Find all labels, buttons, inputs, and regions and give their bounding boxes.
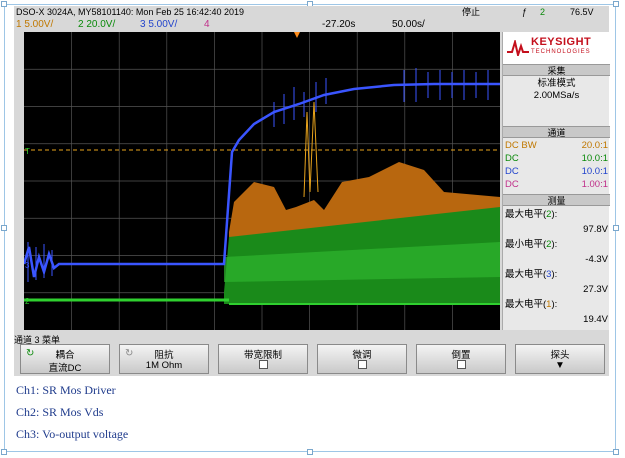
keysight-logo-icon — [507, 40, 529, 56]
fine-adjust-softkey[interactable]: 微调 — [317, 344, 407, 374]
channel-coupling: DC — [505, 179, 519, 190]
trigger-level: 76.5V — [570, 7, 594, 17]
channel-probe: 20.0:1 — [581, 140, 608, 151]
svg-text:2: 2 — [25, 297, 30, 306]
acquisition-mode-label: 标准模式 — [537, 78, 576, 89]
sample-rate: 2.00MSa/s — [505, 90, 608, 101]
softkey-strip: ↻ 耦合 直流DC ↻ 阻抗 1M Ohm 带宽限制 微调 倒置 探头 ▼ — [20, 344, 606, 374]
resize-handle[interactable] — [1, 1, 7, 7]
coupling-softkey[interactable]: ↻ 耦合 直流DC — [20, 344, 110, 374]
time-per-div[interactable]: 50.00s/ — [392, 18, 425, 31]
resize-handle[interactable] — [307, 449, 313, 455]
softkey-value: 1M Ohm — [145, 360, 183, 371]
channels-header: 通道 — [503, 126, 610, 138]
brand-subtitle: TECHNOLOGIES — [531, 49, 591, 55]
ch4-scale[interactable]: 4 — [204, 18, 210, 31]
impedance-softkey[interactable]: ↻ 阻抗 1M Ohm — [119, 344, 209, 374]
waveform-svg: 3 2 T — [24, 32, 500, 330]
caption-ch1: Ch1: SR Mos Driver — [16, 383, 116, 397]
acquisition-header: 采集 — [503, 64, 610, 76]
measurement-close: ): — [551, 239, 558, 250]
channel-coupling: DC — [505, 166, 519, 177]
channel-coupling: DC BW — [505, 140, 537, 151]
measurement-value-text: -4.3V — [585, 254, 608, 265]
trigger-edge-icon: ƒ — [522, 7, 528, 17]
acquisition-mode[interactable]: 标准模式 — [505, 78, 608, 89]
status-bar: DSO-X 3024A, MY58101140: Mon Feb 25 16:4… — [14, 6, 609, 18]
run-state: 停止 — [462, 7, 481, 17]
measurement-value-text: 97.8V — [583, 224, 608, 235]
softkey-title: 微调 — [352, 350, 372, 361]
oscilloscope-screenshot: DSO-X 3024A, MY58101140: Mon Feb 25 16:4… — [14, 6, 610, 376]
measurement-close: ): — [551, 209, 558, 220]
checkbox-icon — [258, 360, 268, 369]
svg-text:3: 3 — [25, 261, 30, 270]
measurement-name: 最小电平( — [505, 239, 547, 250]
ch3-scale[interactable]: 3 5.00V/ — [140, 18, 177, 31]
submenu-arrow-icon: ▼ — [555, 360, 565, 371]
checkbox-icon — [357, 360, 367, 369]
measurements-header: 测量 — [503, 194, 610, 206]
bandwidth-limit-softkey[interactable]: 带宽限制 — [218, 344, 308, 374]
measurement-value-text: 19.4V — [583, 314, 608, 325]
time-delay[interactable]: -27.20s — [322, 18, 355, 31]
checkbox-icon — [456, 360, 466, 369]
measurement-name: 最大电平( — [505, 209, 547, 220]
softkey-title: 带宽限制 — [243, 350, 282, 361]
ch1-scale[interactable]: 1 5.00V/ — [16, 18, 53, 31]
probe-softkey[interactable]: 探头 ▼ — [515, 344, 605, 374]
resize-handle[interactable] — [613, 449, 619, 455]
softkey-title: 阻抗 — [154, 350, 174, 361]
softkey-title: 倒置 — [451, 350, 471, 361]
sample-rate-label: 2.00MSa/s — [533, 90, 580, 101]
trigger-channel: 2 — [540, 7, 546, 17]
ch2-scale[interactable]: 2 20.0V/ — [78, 18, 115, 31]
measurement-value-text: 27.3V — [583, 284, 608, 295]
channel-probe: 10.0:1 — [581, 166, 608, 177]
resize-handle[interactable] — [613, 225, 619, 231]
waveform-display[interactable]: 3 2 T — [24, 32, 500, 330]
invert-softkey[interactable]: 倒置 — [416, 344, 506, 374]
brand-logo: KEYSIGHT TECHNOLOGIES — [503, 32, 610, 64]
resize-handle[interactable] — [613, 1, 619, 7]
measurement-name: 最大电平( — [505, 269, 547, 280]
svg-text:T: T — [25, 147, 30, 156]
caption-ch2: Ch2: SR Mos Vds — [16, 405, 104, 419]
channel-probe: 10.0:1 — [581, 153, 608, 164]
channel-probe: 1.00:1 — [581, 179, 608, 190]
side-panel: KEYSIGHT TECHNOLOGIES 采集 标准模式 2.00MSa/s … — [502, 32, 610, 330]
measurement-name: 最大电平( — [505, 299, 547, 310]
measurement-close: ): — [551, 299, 558, 310]
resize-handle[interactable] — [1, 449, 7, 455]
softkey-title: 探头 — [550, 350, 570, 361]
instrument-info: DSO-X 3024A, MY58101140: Mon Feb 25 16:4… — [16, 7, 244, 17]
caption-ch3: Ch3: Vo-output voltage — [16, 427, 129, 441]
softkey-value: 直流DC — [48, 363, 82, 374]
softkey-title: 耦合 — [55, 350, 75, 361]
brand-name: KEYSIGHT — [531, 36, 592, 48]
channel-coupling: DC — [505, 153, 519, 164]
measurement-close: ): — [551, 269, 558, 280]
channel-scale-bar: 1 5.00V/ 2 20.0V/ 3 5.00V/ 4 -27.20s 50.… — [14, 18, 609, 31]
resize-handle[interactable] — [1, 225, 7, 231]
